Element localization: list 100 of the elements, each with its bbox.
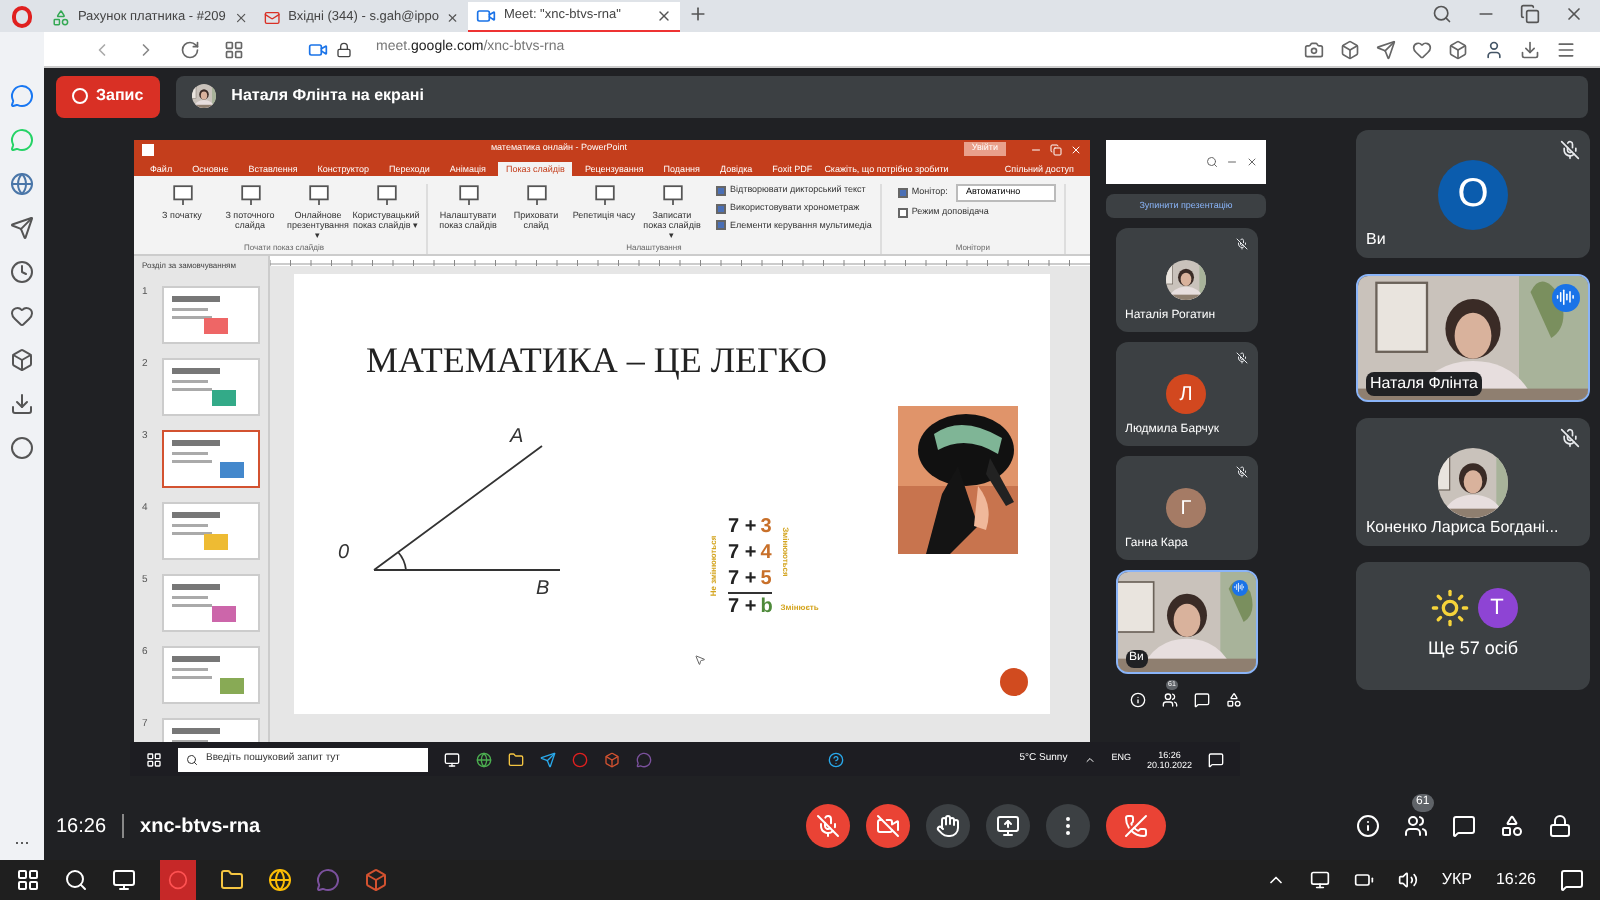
angle-label: A — [510, 424, 524, 452]
circle-icon[interactable] — [10, 436, 34, 460]
slideshow-icon — [593, 184, 615, 206]
battery-icon[interactable] — [1353, 870, 1374, 890]
download-icon[interactable] — [1520, 39, 1540, 59]
more-button[interactable] — [1046, 804, 1090, 848]
history-icon[interactable] — [10, 260, 34, 284]
camera-off-button[interactable] — [866, 804, 910, 848]
checkbox[interactable] — [897, 207, 908, 218]
language-indicator[interactable]: УКР — [1441, 868, 1472, 892]
start-icon[interactable] — [146, 751, 162, 767]
checkbox[interactable] — [897, 187, 908, 198]
angle-label: B — [536, 576, 550, 604]
participant-name: Ви — [1366, 228, 1386, 252]
folder-icon[interactable] — [220, 868, 244, 892]
checkbox[interactable] — [716, 220, 726, 231]
reload-icon[interactable] — [180, 39, 200, 59]
heart-icon[interactable] — [10, 304, 34, 328]
start-icon[interactable] — [16, 868, 40, 892]
restore-icon[interactable] — [1050, 143, 1062, 155]
activities-icon[interactable] — [1500, 814, 1524, 838]
meeting-code: xnc-btvs-rna — [140, 813, 261, 841]
microphone-off-button[interactable] — [806, 804, 850, 848]
checkbox[interactable] — [716, 203, 726, 214]
box-icon[interactable] — [1340, 39, 1360, 59]
search-icon[interactable] — [64, 868, 88, 892]
slide-thumbnail[interactable] — [162, 430, 260, 488]
slide-thumbnail[interactable] — [162, 502, 260, 560]
record-button[interactable]: Запис — [56, 75, 160, 117]
close-icon[interactable] — [1246, 156, 1258, 168]
cursor-icon — [694, 654, 706, 666]
host-controls-icon[interactable] — [1548, 814, 1572, 838]
new-tab-icon[interactable] — [688, 4, 708, 24]
slide-title: МАТЕМАТИКА – ЦЕ ЛЕГКО — [366, 338, 827, 384]
checkbox[interactable] — [716, 185, 726, 196]
clock-time[interactable]: 16:26 — [1495, 868, 1536, 892]
slide-thumbnail-drawing — [164, 504, 258, 558]
sun-avatar-icon — [1429, 588, 1469, 629]
info-icon[interactable] — [1356, 814, 1380, 838]
opera-logo-icon[interactable] — [12, 5, 32, 27]
slide-thumbnail[interactable] — [162, 286, 260, 344]
cube-icon[interactable] — [1448, 39, 1468, 59]
hand-icon — [936, 814, 960, 838]
people-icon[interactable] — [1404, 814, 1428, 838]
task-view-icon[interactable] — [112, 868, 136, 892]
slideshow-icon — [307, 184, 329, 206]
sum-term: b — [760, 594, 773, 620]
heart-icon[interactable] — [1412, 39, 1432, 59]
close-icon[interactable] — [656, 8, 672, 24]
restore-icon[interactable] — [1520, 4, 1540, 24]
notifications-icon[interactable] — [1560, 868, 1584, 892]
box-icon[interactable] — [10, 348, 34, 372]
avatar: Г — [1166, 488, 1206, 528]
sum-term: 5 — [760, 566, 772, 592]
telegram-icon[interactable] — [540, 751, 556, 767]
raise-hand-button[interactable] — [926, 804, 970, 848]
people-icon[interactable] — [1162, 692, 1178, 708]
search-icon — [186, 753, 198, 765]
avatar: О — [1438, 159, 1508, 229]
close-icon[interactable] — [233, 9, 248, 25]
snapshot-icon[interactable] — [1304, 39, 1324, 59]
sidebar-more[interactable]: ... — [14, 825, 30, 852]
menu-icon[interactable] — [1556, 39, 1576, 59]
present-button[interactable] — [986, 804, 1030, 848]
save-icon[interactable] — [142, 143, 154, 155]
sum-expression: 7 + — [728, 514, 757, 540]
end-call-button[interactable] — [1106, 804, 1166, 848]
slide-thumbnail-drawing — [164, 288, 258, 342]
slide-thumbnail[interactable] — [162, 646, 260, 704]
mic-off-icon — [816, 814, 840, 838]
notifications-icon[interactable] — [1208, 751, 1225, 767]
close-icon[interactable] — [1564, 4, 1584, 24]
sum-expression: 7 + — [728, 566, 757, 592]
info-icon[interactable] — [1130, 692, 1146, 708]
mail-icon — [264, 7, 281, 27]
help-icon[interactable] — [827, 751, 844, 767]
video-icon — [476, 6, 496, 26]
close-icon[interactable] — [446, 9, 460, 25]
profile-icon[interactable] — [1484, 39, 1504, 59]
slideshow-icon — [525, 184, 547, 206]
phone-icon — [1124, 814, 1148, 838]
network-icon[interactable] — [1309, 870, 1330, 890]
slideshow-icon — [375, 184, 397, 206]
volume-icon[interactable] — [1397, 870, 1418, 890]
grid-icon[interactable] — [224, 39, 244, 59]
slide-thumbnail-drawing — [164, 576, 258, 630]
folder-icon[interactable] — [508, 751, 524, 767]
download-icon[interactable] — [10, 392, 34, 416]
slide-thumbnail[interactable] — [162, 358, 260, 416]
send-icon[interactable] — [1376, 39, 1396, 59]
meeting-time: 16:26 — [56, 813, 107, 841]
camera-off-icon — [876, 814, 900, 838]
activities-icon[interactable] — [1226, 692, 1242, 708]
participant-name: Ще 57 осіб — [1427, 636, 1519, 663]
sum-expression: 7 + — [728, 540, 757, 566]
slideshow-icon — [239, 184, 261, 206]
task-view-icon[interactable] — [444, 751, 460, 767]
send-icon[interactable] — [10, 216, 34, 240]
sum-expression: 7 + — [728, 594, 757, 620]
slide-thumbnail[interactable] — [162, 574, 260, 632]
